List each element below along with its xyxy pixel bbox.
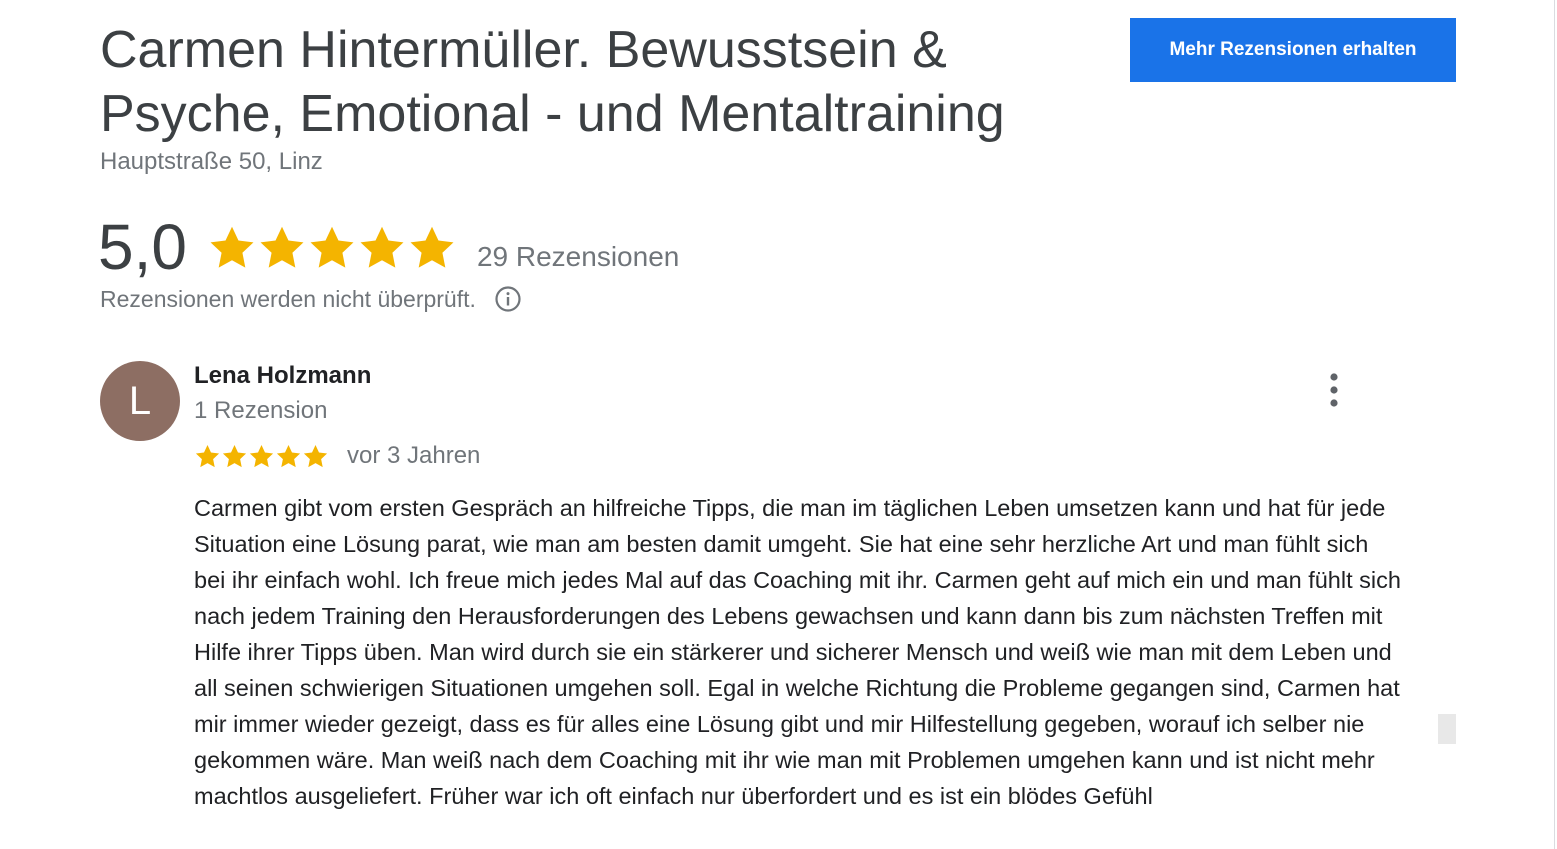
more-vert-icon[interactable] (1318, 370, 1350, 410)
rating-stars (207, 223, 457, 273)
star-icon (260, 226, 304, 268)
reviews-disclaimer: Rezensionen werden nicht überprüft. (100, 285, 522, 313)
rating-value: 5,0 (98, 211, 187, 283)
business-address: Hauptstraße 50, Linz (100, 148, 323, 175)
reviewer-name[interactable]: Lena Holzmann (194, 362, 371, 390)
review-text: Carmen gibt vom ersten Gespräch an hilfr… (194, 495, 1401, 809)
review-rating-row: vor 3 Jahren (194, 442, 480, 470)
star-icon (276, 444, 301, 467)
star-icon (222, 444, 247, 467)
disclaimer-text: Rezensionen werden nicht überprüft. (100, 285, 476, 312)
review-date: vor 3 Jahren (347, 442, 481, 469)
business-title: Carmen Hintermüller. Bewusstsein & Psych… (100, 21, 1005, 143)
avatar[interactable]: L (100, 361, 180, 441)
scrollbar-thumb[interactable] (1438, 714, 1456, 744)
rating-summary: 5,0 29 Rezensionen (98, 207, 679, 287)
star-icon (310, 226, 354, 268)
star-icon (410, 226, 454, 268)
star-icon (360, 226, 404, 268)
review-stars (194, 443, 329, 470)
review-count-link[interactable]: 29 Rezensionen (477, 241, 679, 273)
page-edge-divider (1554, 0, 1555, 849)
star-icon (195, 444, 220, 467)
star-icon (249, 444, 274, 467)
reviewer-review-count: 1 Rezension (194, 397, 328, 424)
star-icon (210, 226, 254, 268)
info-icon[interactable] (494, 285, 522, 313)
reviews-page: Carmen Hintermüller. Bewusstsein & Psych… (0, 0, 1557, 849)
get-more-reviews-button[interactable]: Mehr Rezensionen erhalten (1130, 18, 1456, 82)
star-icon (303, 444, 328, 467)
